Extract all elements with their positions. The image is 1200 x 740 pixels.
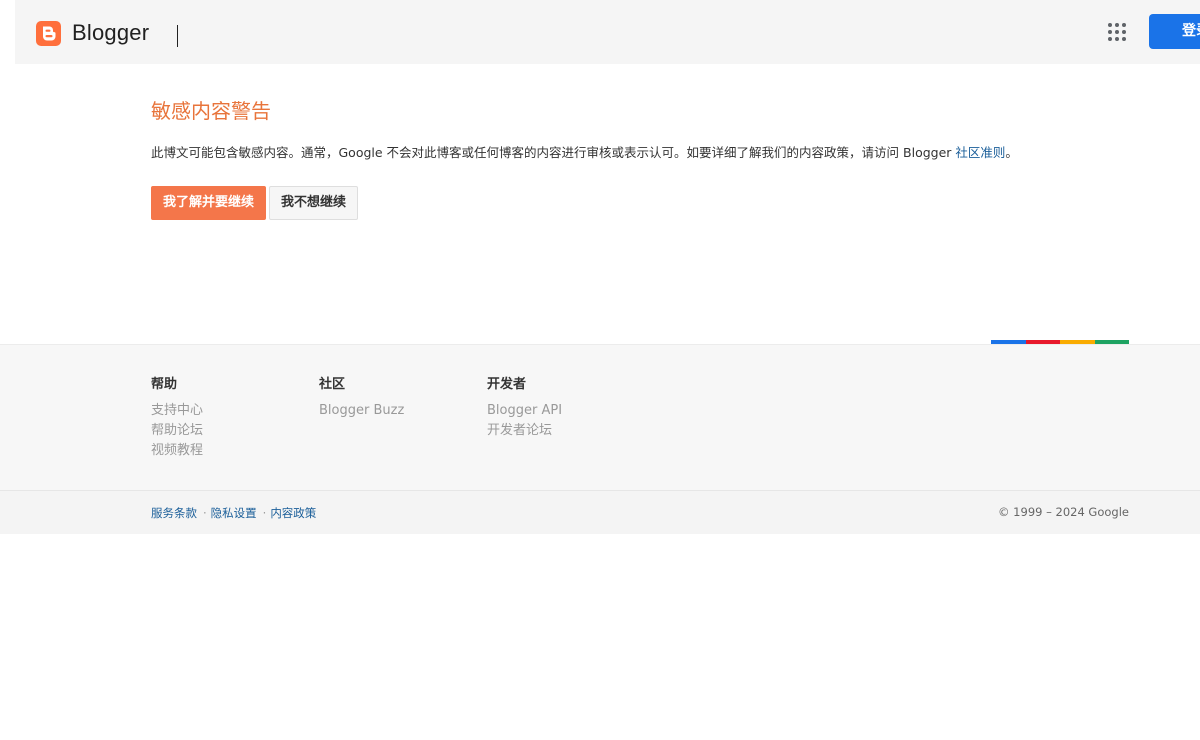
footer-link-blogger-api[interactable]: Blogger API <box>487 401 562 421</box>
footer-link-developer-forum[interactable]: 开发者论坛 <box>487 421 562 441</box>
terms-of-service-link[interactable]: 服务条款 <box>151 506 197 520</box>
footer-link-support-center[interactable]: 支持中心 <box>151 401 203 421</box>
community-guidelines-link[interactable]: 社区准则 <box>955 145 1005 160</box>
do-not-continue-button[interactable]: 我不想继续 <box>269 186 358 220</box>
bottom-bar: 服务条款 · 隐私设置 · 内容政策 © 1999 – 2024 Google <box>0 490 1200 534</box>
blogger-logo-icon[interactable] <box>36 21 61 46</box>
legal-separator: · <box>203 506 207 520</box>
footer-col-help: 帮助 支持中心 帮助论坛 视频教程 <box>151 373 203 461</box>
warning-message-end: 。 <box>1005 145 1018 160</box>
footer-link-video-tutorials[interactable]: 视频教程 <box>151 441 203 461</box>
copyright: © 1999 – 2024 Google <box>998 505 1129 519</box>
content-policy-link[interactable]: 内容政策 <box>270 506 316 520</box>
footer-heading: 社区 <box>319 377 346 392</box>
legal-links: 服务条款 · 隐私设置 · 内容政策 <box>151 505 316 521</box>
legal-separator: · <box>262 506 267 520</box>
header-divider <box>177 25 178 47</box>
blogger-logo-text[interactable]: Blogger <box>72 20 149 46</box>
warning-message-text: 此博文可能包含敏感内容。通常，Google 不会对此博客或任何博客的内容进行审核… <box>151 145 956 160</box>
footer-col-developers: 开发者 Blogger API 开发者论坛 <box>487 373 562 441</box>
footer-heading: 开发者 <box>487 377 527 392</box>
footer-link-blogger-buzz[interactable]: Blogger Buzz <box>319 401 404 421</box>
page-title: 敏感内容警告 <box>151 99 271 123</box>
footer-link-help-forum[interactable]: 帮助论坛 <box>151 421 203 441</box>
privacy-settings-link[interactable]: 隐私设置 <box>211 506 257 520</box>
google-apps-grid-icon[interactable] <box>1108 23 1126 41</box>
warning-message: 此博文可能包含敏感内容。通常，Google 不会对此博客或任何博客的内容进行审核… <box>151 142 1018 161</box>
sign-in-button[interactable]: 登录 <box>1149 14 1200 49</box>
continue-button[interactable]: 我了解并要继续 <box>151 186 266 220</box>
footer-heading: 帮助 <box>151 377 178 392</box>
footer-col-community: 社区 Blogger Buzz <box>319 373 404 421</box>
top-header: Blogger 登录 <box>15 0 1200 64</box>
footer: 帮助 支持中心 帮助论坛 视频教程 社区 Blogger Buzz 开发者 Bl… <box>0 344 1200 490</box>
blogger-b-glyph <box>43 26 56 41</box>
